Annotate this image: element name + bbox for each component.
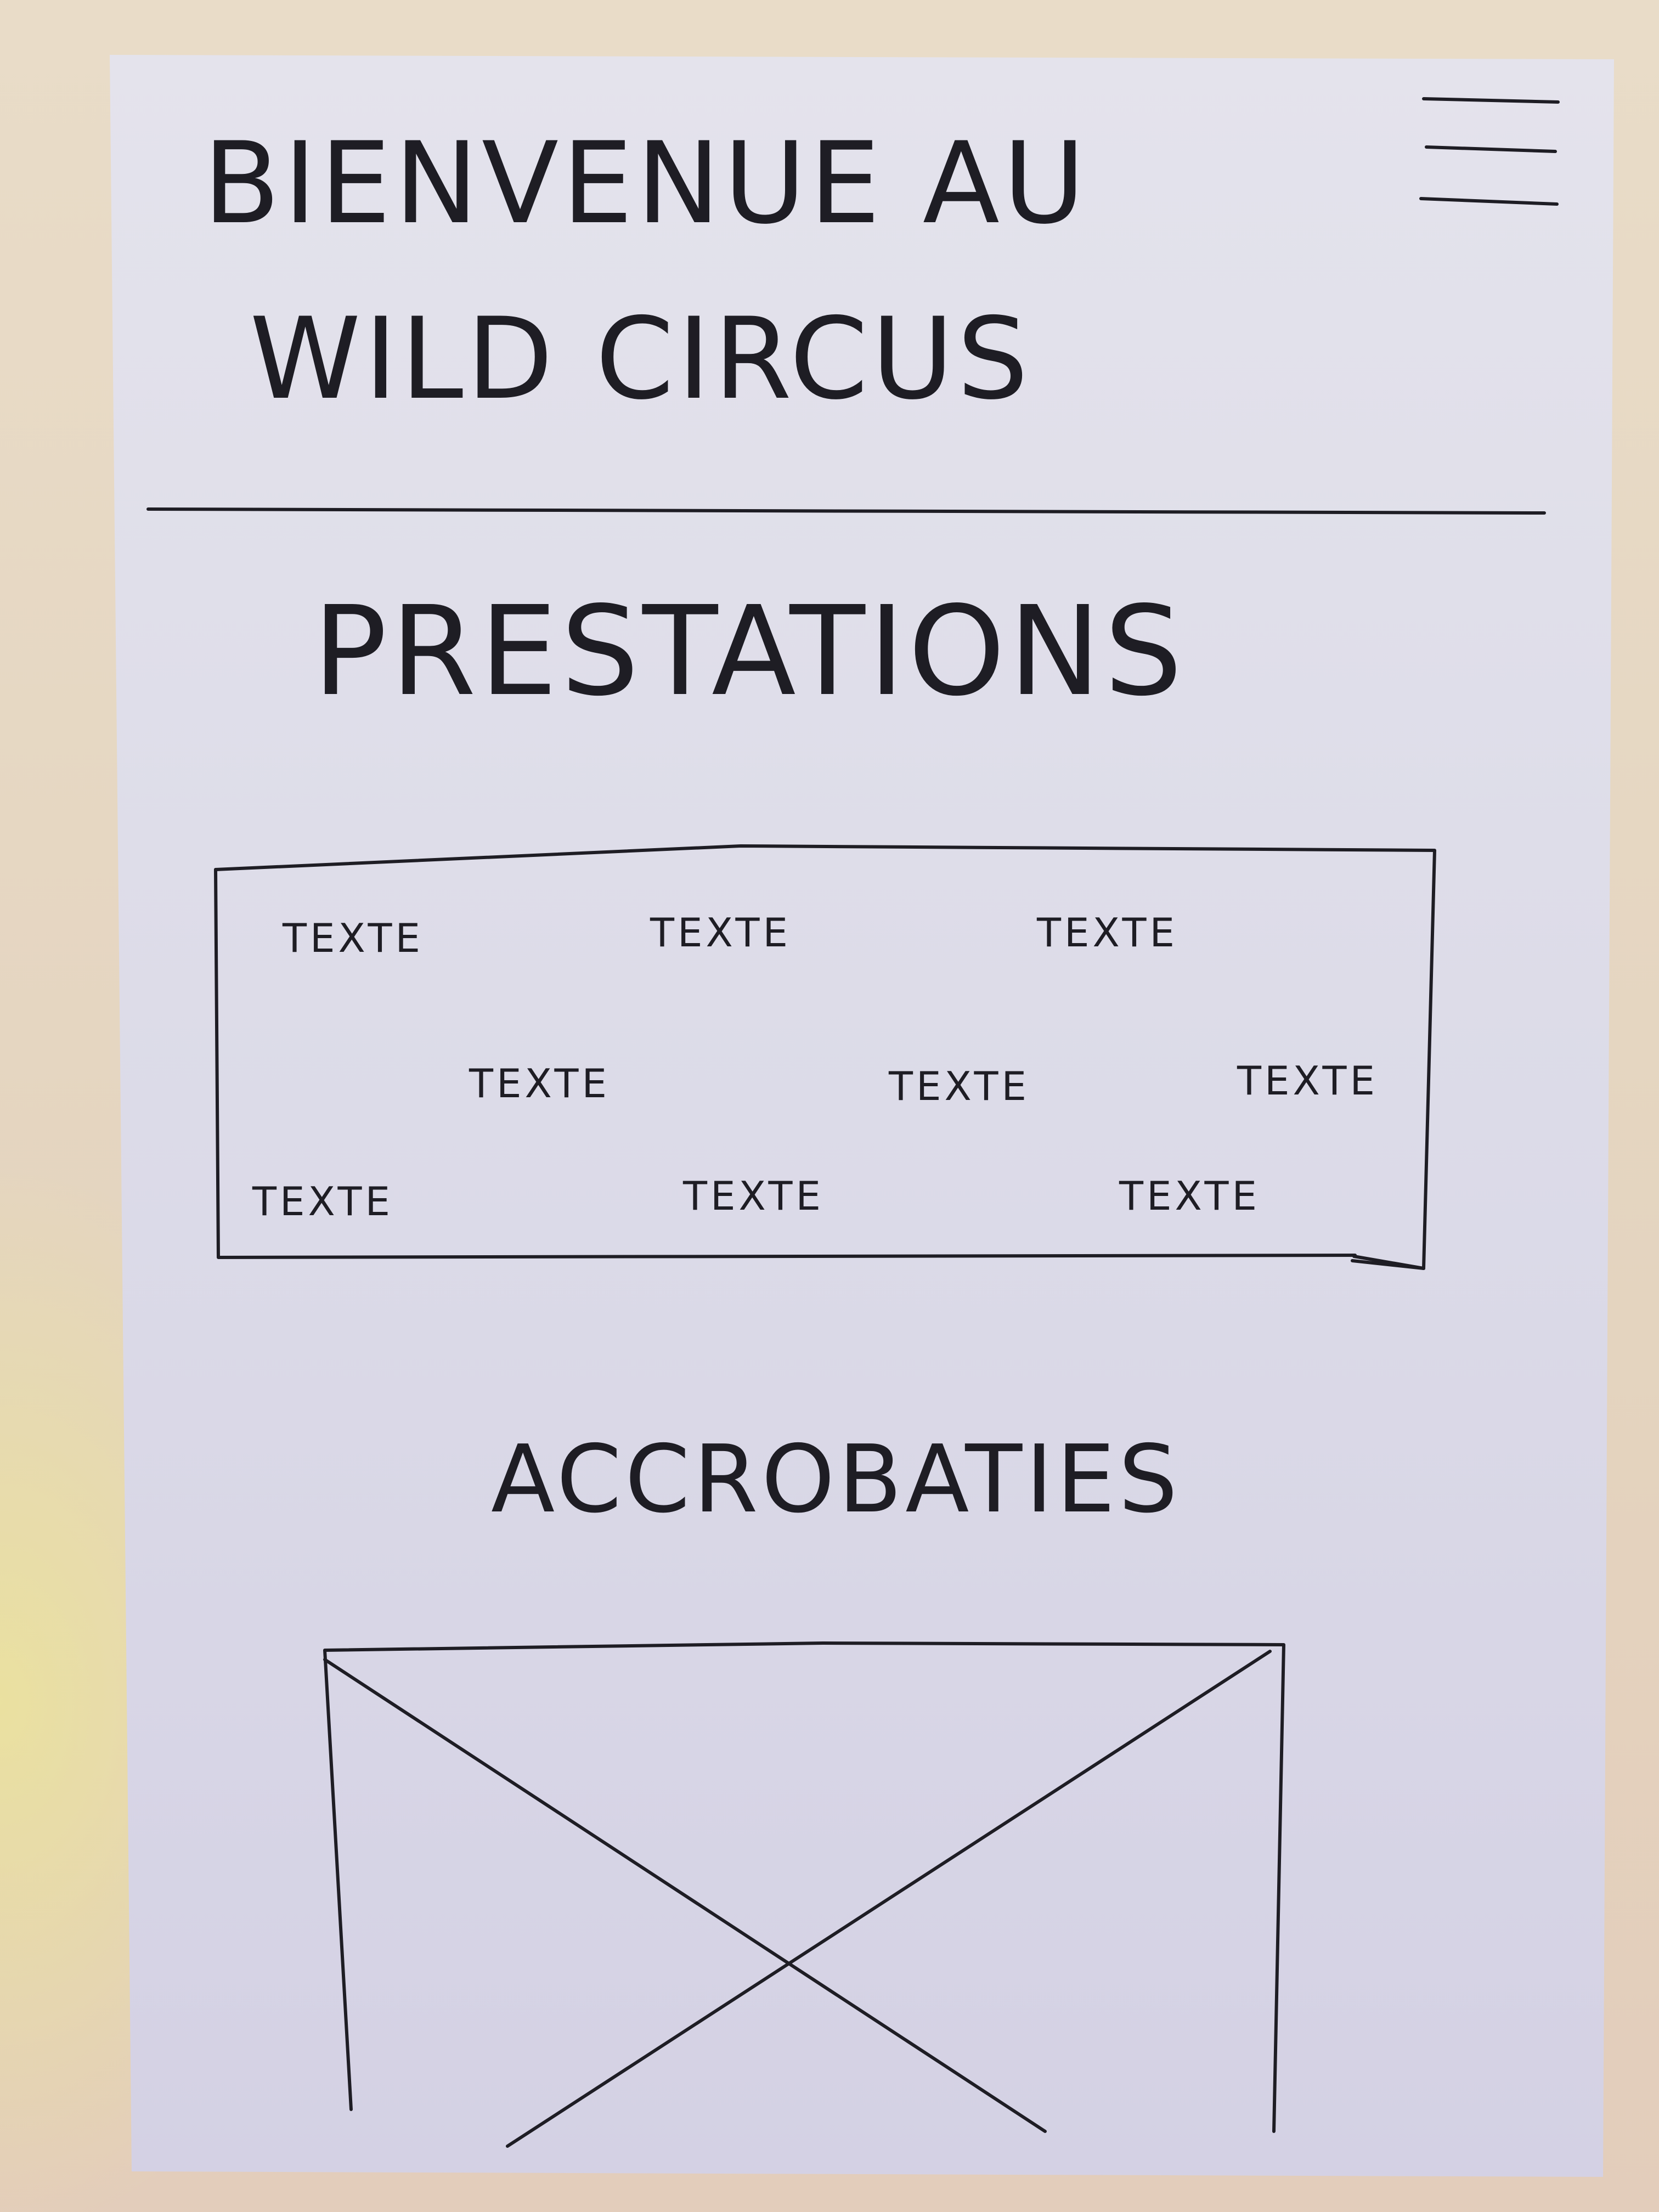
prestation-item[interactable]: TEXTE [888,1063,1030,1109]
header-title-line-2: WILD CIRCUS [250,294,1032,425]
prestation-item[interactable]: TEXTE [469,1060,610,1107]
prestation-item[interactable]: TEXTE [1237,1058,1378,1104]
prestation-item[interactable]: TEXTE [650,910,791,956]
prestations-heading: PRESTATIONS [313,580,1186,724]
prestation-item[interactable]: TEXTE [252,1178,393,1224]
header-title-line-1: BIENVENUE AU [203,119,1088,249]
prestation-item[interactable]: TEXTE [1119,1173,1260,1219]
acrobaties-heading: ACCROBATIES [491,1425,1181,1534]
wireframe-sheet: BIENVENUE AU WILD CIRCUS PRESTATIONS TEX… [110,55,1614,2177]
prestation-item[interactable]: TEXTE [1036,910,1178,956]
prestation-item[interactable]: TEXTE [282,915,424,961]
prestation-item[interactable]: TEXTE [682,1173,824,1219]
